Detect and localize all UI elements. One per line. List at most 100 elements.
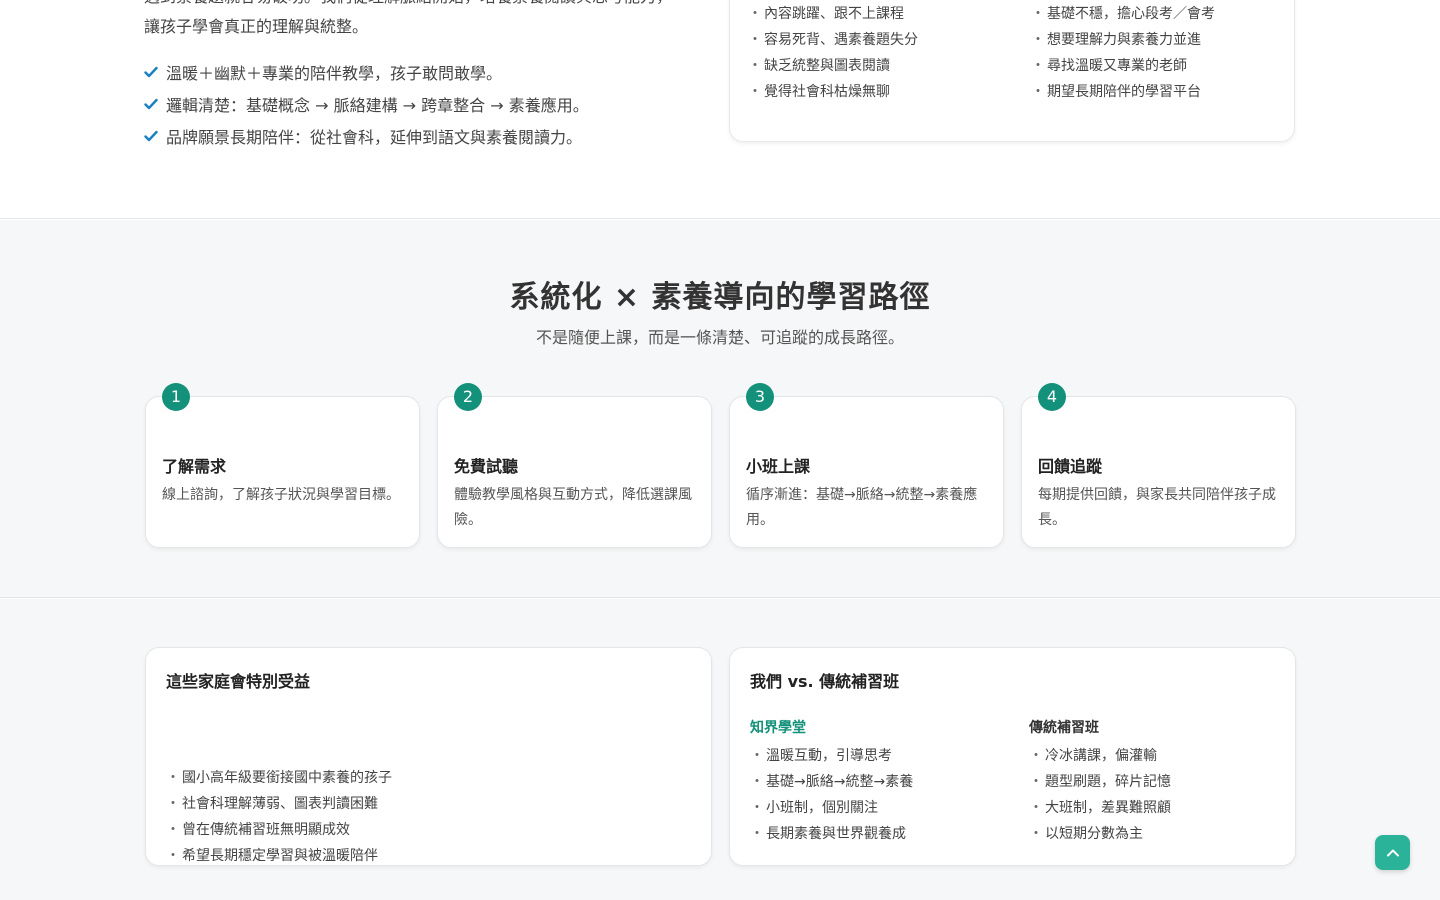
- check-icon: [144, 130, 158, 142]
- back-to-top-button[interactable]: [1375, 835, 1410, 870]
- list-item-text: 覺得社會科枯燥無聊: [764, 84, 890, 100]
- list-item-text: 基礎不穩，擔心段考／會考: [1047, 6, 1215, 22]
- bullet-dot: ・: [1031, 84, 1045, 100]
- list-item: ・缺乏統整與圖表閱讀: [748, 53, 918, 79]
- bullet-dot: ・: [748, 32, 762, 48]
- intro-line: 讓孩子學會真正的理解與統整。: [144, 17, 369, 36]
- list-item: ・社會科理解薄弱、圖表判讀困難: [166, 791, 392, 817]
- card-title: 這些家庭會特別受益: [166, 672, 311, 691]
- comparison-card: 我們 vs. 傳統補習班 知界學堂 ・溫暖互動，引導思考 ・基礎→脈絡→統整→素…: [729, 647, 1296, 866]
- step-number-badge: 3: [746, 383, 774, 411]
- bullet-dot: ・: [166, 822, 180, 838]
- list-item: ・基礎→脈絡→統整→素養: [750, 769, 913, 795]
- list-item-text: 期望長期陪伴的學習平台: [1047, 84, 1201, 100]
- list-item-text: 國小高年級要銜接國中素養的孩子: [182, 770, 392, 786]
- bullet-dot: ・: [750, 748, 764, 764]
- step-card: 1 了解需求 線上諮詢，了解孩子狀況與學習目標。: [145, 383, 420, 548]
- list-item-text: 尋找溫暖又專業的老師: [1047, 58, 1187, 74]
- traditional-column-heading: 傳統補習班: [1029, 720, 1099, 736]
- list-item: ・容易死背、遇素養題失分: [748, 27, 918, 53]
- bullet-dot: ・: [1029, 748, 1043, 764]
- families-card: 這些家庭會特別受益 ・國小高年級要銜接國中素養的孩子 ・社會科理解薄弱、圖表判讀…: [145, 647, 712, 866]
- list-item: ・想要理解力與素養力並進: [1031, 27, 1215, 53]
- list-item-text: 希望長期穩定學習與被溫暖陪伴: [182, 848, 378, 864]
- chevron-up-icon: [1386, 849, 1399, 856]
- list-item-text: 內容跳躍、跟不上課程: [764, 6, 904, 22]
- step-card: 3 小班上課 循序漸進：基礎→脈絡→統整→素養應用。: [729, 383, 1004, 548]
- section-title: 系統化 × 素養導向的學習路徑: [509, 280, 931, 315]
- bullet-dot: ・: [166, 848, 180, 864]
- bullet-dot: ・: [1029, 826, 1043, 842]
- step-title: 回饋追蹤: [1038, 457, 1103, 476]
- list-item-text: 想要理解力與素養力並進: [1047, 32, 1201, 48]
- check-icon: [144, 98, 158, 110]
- list-item: ・大班制，差異難照顧: [1029, 795, 1171, 821]
- bullet-dot: ・: [166, 796, 180, 812]
- bullet-dot: ・: [750, 774, 764, 790]
- feature-checklist: 溫暖＋幽默＋專業的陪伴教學，孩子敢問敢學。 邏輯清楚：基礎概念 → 脈絡建構 →…: [144, 56, 589, 152]
- intro-line: 遇到素養題就容易破功。我們從理解脈絡開始，培養素養閱讀與思考能力，: [144, 0, 714, 12]
- bullet-dot: ・: [166, 770, 180, 786]
- list-item: ・題型刷題，碎片記憶: [1029, 769, 1171, 795]
- intro-section: 遇到素養題就容易破功。我們從理解脈絡開始，培養素養閱讀與思考能力， 讓孩子學會真…: [0, 0, 1440, 219]
- list-item-text: 題型刷題，碎片記憶: [1045, 774, 1171, 790]
- bullet-dot: ・: [1031, 6, 1045, 22]
- step-card: 4 回饋追蹤 每期提供回饋，與家長共同陪伴孩子成長。: [1021, 383, 1296, 548]
- step-number-badge: 1: [162, 383, 190, 411]
- list-item: ・覺得社會科枯燥無聊: [748, 79, 918, 105]
- list-item: ・期望長期陪伴的學習平台: [1031, 79, 1215, 105]
- list-item-text: 社會科理解薄弱、圖表判讀困難: [182, 796, 378, 812]
- card-title: 我們 vs. 傳統補習班: [750, 672, 900, 691]
- our-column-heading: 知界學堂: [750, 720, 806, 736]
- families-list: ・國小高年級要銜接國中素養的孩子 ・社會科理解薄弱、圖表判讀困難 ・曾在傳統補習…: [166, 765, 392, 869]
- list-item: ・尋找溫暖又專業的老師: [1031, 53, 1215, 79]
- list-item-text: 容易死背、遇素養題失分: [764, 32, 918, 48]
- list-item: ・曾在傳統補習班無明顯成效: [166, 817, 392, 843]
- comparison-section: 這些家庭會特別受益 ・國小高年級要銜接國中素養的孩子 ・社會科理解薄弱、圖表判讀…: [0, 599, 1440, 900]
- list-item: ・希望長期穩定學習與被溫暖陪伴: [166, 843, 392, 869]
- bullet-dot: ・: [748, 84, 762, 100]
- list-item: ・冷冰講課，偏灌輸: [1029, 743, 1171, 769]
- list-item: ・溫暖互動，引導思考: [750, 743, 913, 769]
- step-description: 每期提供回饋，與家長共同陪伴孩子成長。: [1038, 487, 1276, 528]
- pain-points-card: ・內容跳躍、跟不上課程 ・容易死背、遇素養題失分 ・缺乏統整與圖表閱讀 ・覺得社…: [729, 0, 1295, 142]
- list-item-text: 曾在傳統補習班無明顯成效: [182, 822, 350, 838]
- list-item-text: 基礎→脈絡→統整→素養: [766, 774, 914, 790]
- checklist-item: 邏輯清楚：基礎概念 → 脈絡建構 → 跨章整合 → 素養應用。: [144, 88, 589, 120]
- bullet-dot: ・: [1031, 58, 1045, 74]
- traditional-features-list: ・冷冰講課，偏灌輸 ・題型刷題，碎片記憶 ・大班制，差異難照顧 ・以短期分數為主: [1029, 743, 1171, 847]
- pain-points-right: ・基礎不穩，擔心段考／會考 ・想要理解力與素養力並進 ・尋找溫暖又專業的老師 ・…: [1031, 1, 1215, 105]
- bullet-dot: ・: [1031, 32, 1045, 48]
- step-title: 小班上課: [746, 457, 811, 476]
- step-description: 循序漸進：基礎→脈絡→統整→素養應用。: [746, 487, 978, 528]
- step-description: 體驗教學風格與互動方式，降低選課風險。: [454, 487, 692, 528]
- check-icon: [144, 66, 158, 78]
- our-features-list: ・溫暖互動，引導思考 ・基礎→脈絡→統整→素養 ・小班制，個別關注 ・長期素養與…: [750, 743, 913, 847]
- bullet-dot: ・: [1029, 774, 1043, 790]
- list-item: ・基礎不穩，擔心段考／會考: [1031, 1, 1215, 27]
- checklist-item: 溫暖＋幽默＋專業的陪伴教學，孩子敢問敢學。: [144, 56, 589, 88]
- step-title: 了解需求: [162, 457, 227, 476]
- checklist-text: 溫暖＋幽默＋專業的陪伴教學，孩子敢問敢學。: [166, 64, 503, 83]
- list-item: ・內容跳躍、跟不上課程: [748, 1, 918, 27]
- list-item-text: 冷冰講課，偏灌輸: [1045, 748, 1157, 764]
- checklist-text: 品牌願景長期陪伴：從社會科，延伸到語文與素養閱讀力。: [166, 128, 583, 147]
- list-item-text: 小班制，個別關注: [766, 800, 878, 816]
- list-item: ・國小高年級要銜接國中素養的孩子: [166, 765, 392, 791]
- bullet-dot: ・: [750, 826, 764, 842]
- list-item: ・小班制，個別關注: [750, 795, 913, 821]
- step-description: 線上諮詢，了解孩子狀況與學習目標。: [162, 487, 400, 503]
- bullet-dot: ・: [748, 58, 762, 74]
- learning-path-section: 系統化 × 素養導向的學習路徑 不是隨便上課，而是一條清楚、可追蹤的成長路徑。 …: [0, 220, 1440, 598]
- checklist-item: 品牌願景長期陪伴：從社會科，延伸到語文與素養閱讀力。: [144, 120, 589, 152]
- list-item-text: 缺乏統整與圖表閱讀: [764, 58, 890, 74]
- list-item-text: 長期素養與世界觀養成: [766, 826, 906, 842]
- section-subtitle: 不是隨便上課，而是一條清楚、可追蹤的成長路徑。: [535, 328, 904, 347]
- list-item: ・以短期分數為主: [1029, 821, 1171, 847]
- bullet-dot: ・: [750, 800, 764, 816]
- list-item-text: 溫暖互動，引導思考: [766, 748, 892, 764]
- list-item-text: 以短期分數為主: [1045, 826, 1143, 842]
- list-item-text: 大班制，差異難照顧: [1045, 800, 1171, 816]
- bullet-dot: ・: [748, 6, 762, 22]
- step-number-badge: 4: [1038, 383, 1066, 411]
